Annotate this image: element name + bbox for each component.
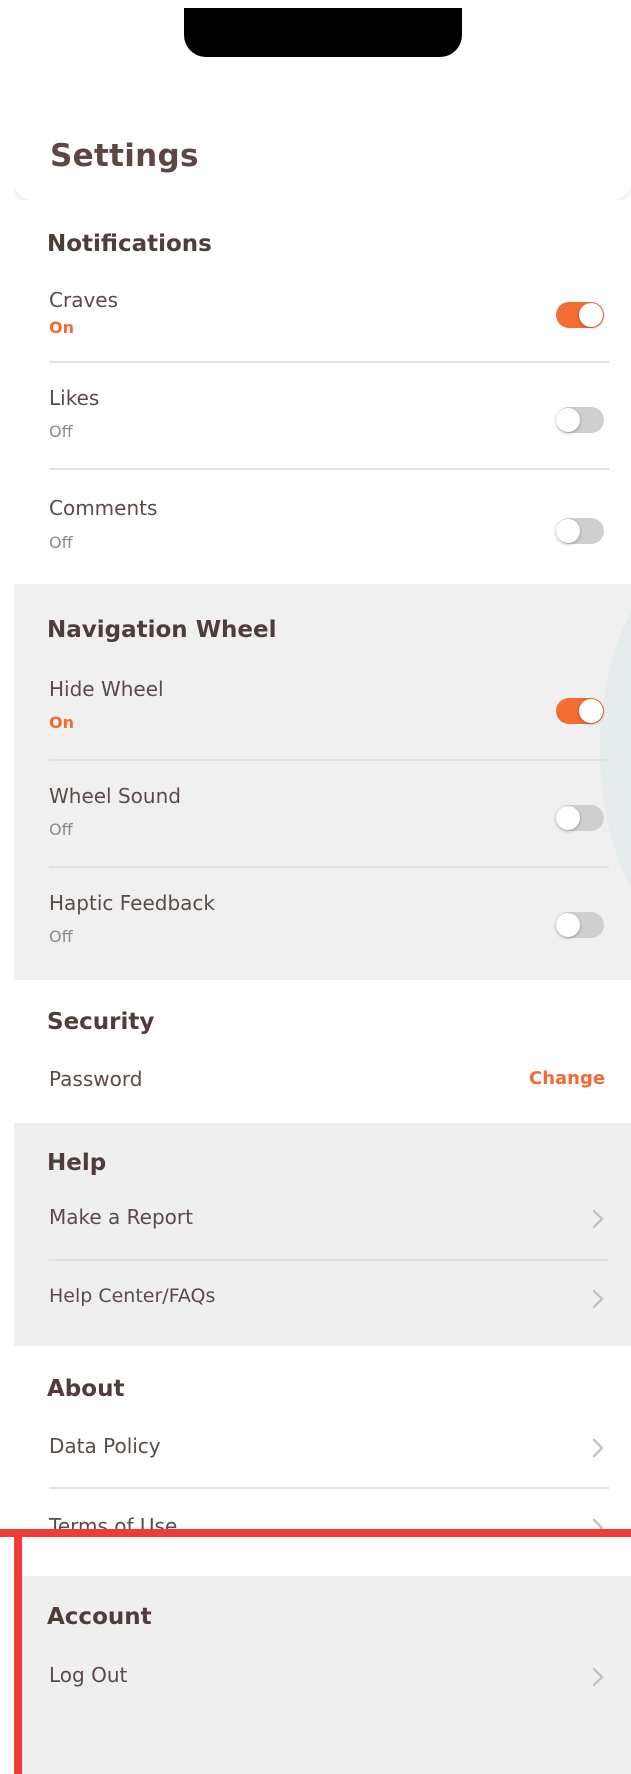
header: Settings xyxy=(14,0,631,200)
setting-row-haptic-feedback: Haptic Feedback Off xyxy=(49,891,609,951)
notifications-section: Notifications Craves On Likes Off Commen… xyxy=(14,200,631,584)
section-title-notifications: Notifications xyxy=(47,231,212,257)
section-title-help: Help xyxy=(47,1150,107,1176)
toggle-knob xyxy=(556,806,580,830)
toggle-knob xyxy=(556,519,580,543)
setting-label: Craves xyxy=(49,288,119,312)
divider xyxy=(49,1487,609,1489)
settings-screen: Settings Notifications Craves On Likes O… xyxy=(14,0,631,1774)
setting-row-comments: Comments Off xyxy=(49,496,609,556)
setting-label: Comments xyxy=(49,496,158,520)
likes-toggle[interactable] xyxy=(556,407,604,433)
setting-status: Off xyxy=(49,533,73,552)
chevron-right-icon xyxy=(592,1209,604,1229)
setting-status: Off xyxy=(49,927,73,946)
navigation-wheel-section: Navigation Wheel Hide Wheel On Wheel Sou… xyxy=(14,584,631,980)
menu-item-label: Log Out xyxy=(49,1663,128,1687)
craves-toggle[interactable] xyxy=(556,302,604,328)
help-section: Help Make a Report Help Center/FAQs xyxy=(14,1123,631,1346)
divider xyxy=(49,361,609,363)
toggle-knob xyxy=(579,699,603,723)
setting-row-hide-wheel: Hide Wheel On xyxy=(49,677,609,737)
wheel-sound-toggle[interactable] xyxy=(556,805,604,831)
setting-row-password[interactable]: Password Change xyxy=(49,1067,609,1103)
divider xyxy=(49,468,609,470)
setting-row-likes: Likes Off xyxy=(49,386,609,446)
help-item-make-a-report[interactable]: Make a Report xyxy=(49,1205,609,1241)
section-title-navigation-wheel: Navigation Wheel xyxy=(47,617,277,643)
highlight-box-top xyxy=(0,1529,631,1537)
divider xyxy=(49,759,609,761)
setting-status: Off xyxy=(49,422,73,441)
section-title-account: Account xyxy=(47,1604,152,1630)
highlight-box-left xyxy=(14,1529,22,1774)
hide-wheel-toggle[interactable] xyxy=(556,698,604,724)
about-item-data-policy[interactable]: Data Policy xyxy=(49,1434,609,1470)
chevron-right-icon xyxy=(592,1438,604,1458)
section-spacer xyxy=(14,1537,631,1576)
setting-status: On xyxy=(49,713,74,732)
section-title-about: About xyxy=(47,1376,125,1402)
comments-toggle[interactable] xyxy=(556,518,604,544)
menu-item-label: Help Center/FAQs xyxy=(49,1285,216,1307)
device-notch xyxy=(184,8,462,57)
setting-row-craves: Craves On xyxy=(49,286,609,346)
page-title: Settings xyxy=(50,138,199,174)
chevron-right-icon xyxy=(592,1289,604,1309)
setting-label: Haptic Feedback xyxy=(49,891,215,915)
password-label: Password xyxy=(49,1067,143,1091)
account-item-log-out[interactable]: Log Out xyxy=(49,1663,609,1699)
help-item-help-center[interactable]: Help Center/FAQs xyxy=(49,1285,609,1321)
chevron-right-icon xyxy=(592,1667,604,1687)
toggle-knob xyxy=(556,913,580,937)
change-password-button[interactable]: Change xyxy=(529,1068,605,1089)
setting-label: Hide Wheel xyxy=(49,677,164,701)
setting-label: Wheel Sound xyxy=(49,784,181,808)
menu-item-label: Make a Report xyxy=(49,1205,193,1229)
menu-item-label: Data Policy xyxy=(49,1434,161,1458)
security-section: Security Password Change xyxy=(14,980,631,1123)
setting-status: On xyxy=(49,318,74,337)
toggle-knob xyxy=(579,303,603,327)
divider xyxy=(49,1259,609,1261)
divider xyxy=(49,866,609,868)
section-title-security: Security xyxy=(47,1009,155,1035)
toggle-knob xyxy=(556,408,580,432)
account-section: Account Log Out xyxy=(14,1576,631,1774)
setting-row-wheel-sound: Wheel Sound Off xyxy=(49,784,609,844)
setting-label: Likes xyxy=(49,386,100,410)
haptic-feedback-toggle[interactable] xyxy=(556,912,604,938)
setting-status: Off xyxy=(49,820,73,839)
